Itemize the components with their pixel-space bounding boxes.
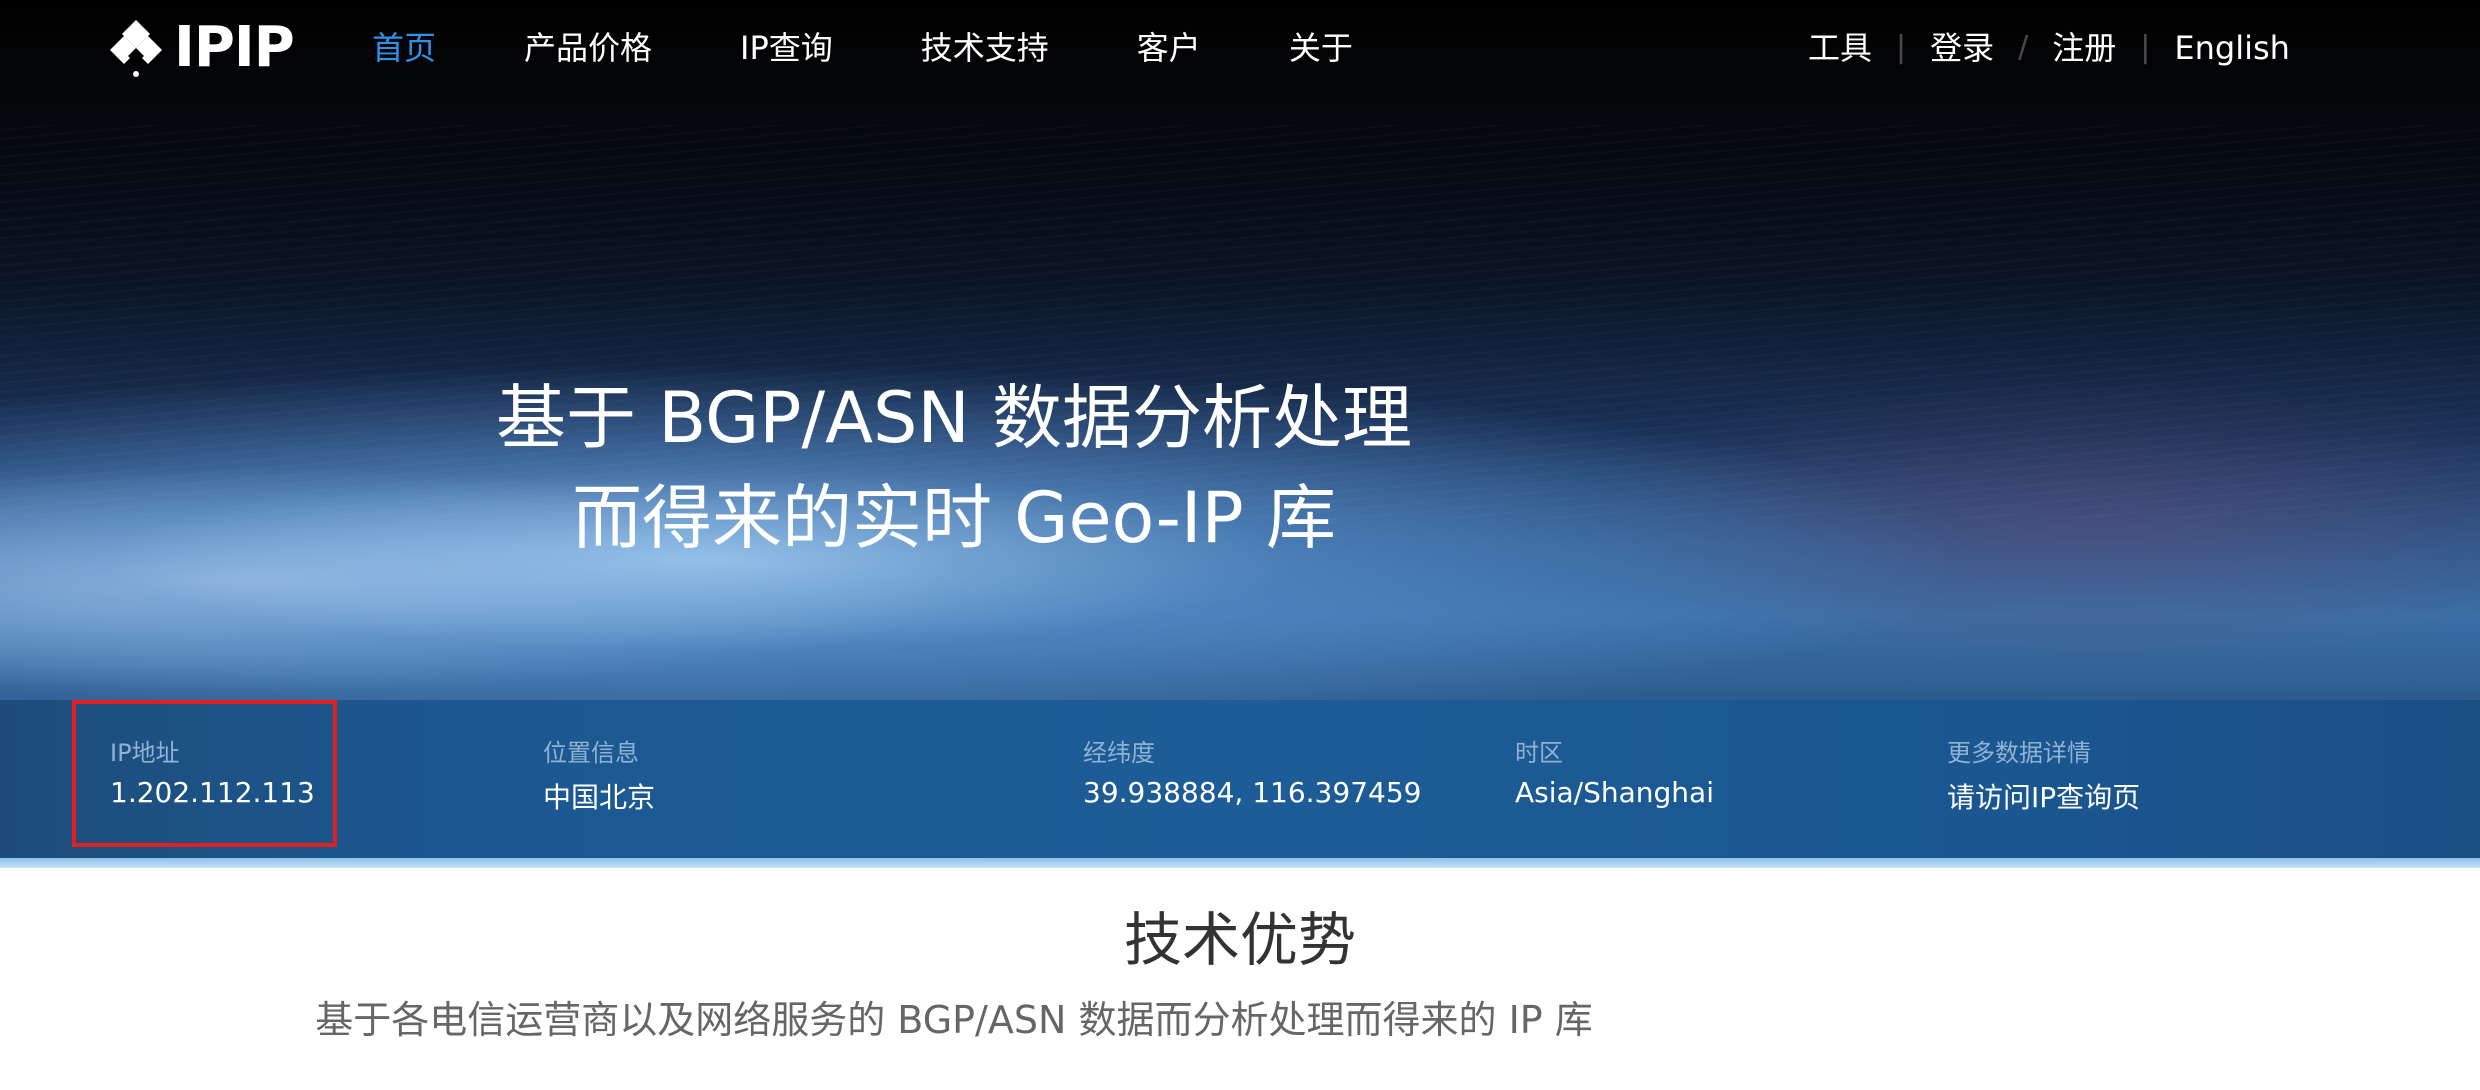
more-details-label: 更多数据详情 bbox=[1947, 739, 2091, 767]
main-nav: 首页 产品价格 IP查询 技术支持 客户 关于 bbox=[372, 22, 1441, 74]
visitor-ip-info-bar: IP地址 1.202.112.113 位置信息 中国北京 经纬度 39.9388… bbox=[0, 700, 2480, 868]
nav-divider: | bbox=[1896, 30, 1907, 65]
timezone-value: Asia/Shanghai bbox=[1515, 776, 1714, 809]
section-title: 技术优势 bbox=[1123, 906, 1356, 974]
nav-slash: / bbox=[2018, 30, 2029, 65]
section-subtitle: 基于各电信运营商以及网络服务的 BGP/ASN 数据而分析处理而得来的 IP 库 bbox=[315, 998, 1593, 1042]
nav-customers[interactable]: 客户 bbox=[1137, 22, 1201, 74]
top-navigation-bar: IPIP 首页 产品价格 IP查询 技术支持 客户 关于 工具 | 登录 / 注… bbox=[0, 0, 2480, 125]
login-link[interactable]: 登录 bbox=[1930, 22, 1994, 74]
location-value: 中国北京 bbox=[543, 781, 656, 814]
coordinates-value: 39.938884, 116.397459 bbox=[1083, 776, 1422, 809]
account-nav: 工具 | 登录 / 注册 | English bbox=[1808, 22, 2290, 74]
coordinates-label: 经纬度 bbox=[1083, 739, 1155, 767]
nav-tools[interactable]: 工具 bbox=[1808, 22, 1872, 74]
nav-ip-lookup[interactable]: IP查询 bbox=[740, 22, 833, 74]
nav-divider: | bbox=[2140, 30, 2151, 65]
site-logo[interactable]: IPIP bbox=[108, 10, 295, 85]
logo-text: IPIP bbox=[174, 14, 295, 80]
ipip-logo-icon bbox=[110, 19, 162, 77]
register-link[interactable]: 注册 bbox=[2052, 22, 2116, 74]
nav-pricing[interactable]: 产品价格 bbox=[524, 22, 652, 74]
nav-support[interactable]: 技术支持 bbox=[921, 22, 1049, 74]
location-label: 位置信息 bbox=[543, 739, 639, 767]
nav-about[interactable]: 关于 bbox=[1289, 22, 1353, 74]
hero-title-line-1: 基于 BGP/ASN 数据分析处理 bbox=[495, 377, 1412, 459]
hero-title-line-2: 而得来的实时 Geo-IP 库 bbox=[571, 477, 1337, 559]
timezone-label: 时区 bbox=[1515, 739, 1563, 767]
nav-home[interactable]: 首页 bbox=[372, 22, 436, 74]
ip-lookup-page-link[interactable]: 请访问IP查询页 bbox=[1947, 776, 2140, 816]
language-switch-english[interactable]: English bbox=[2174, 22, 2290, 74]
ip-address-highlight bbox=[72, 700, 337, 847]
